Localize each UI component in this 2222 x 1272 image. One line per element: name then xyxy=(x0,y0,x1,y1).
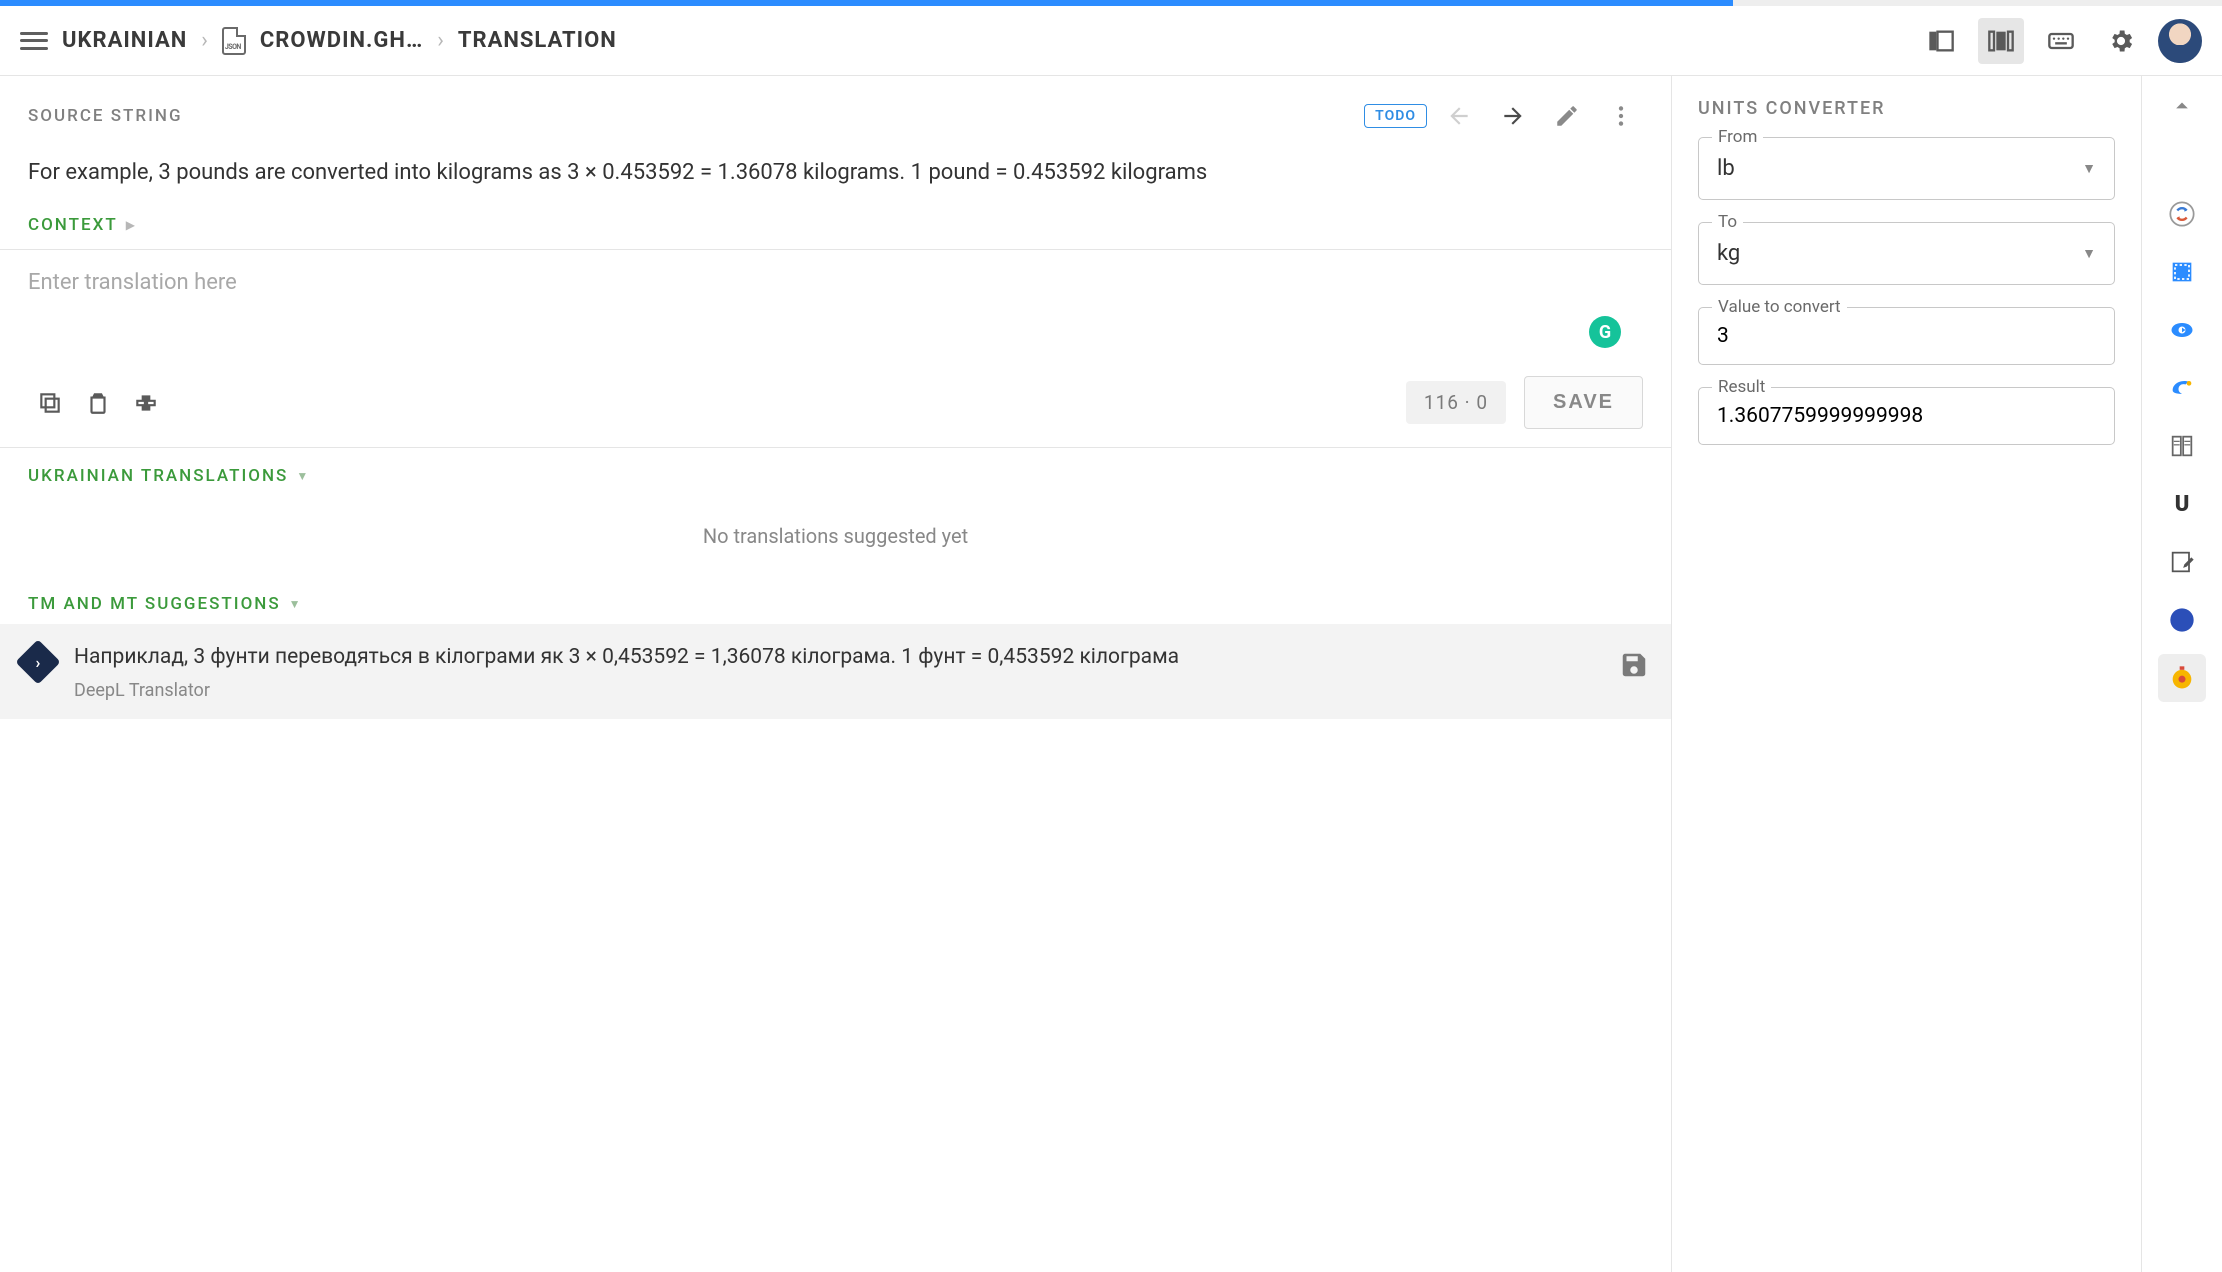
value-label: Value to convert xyxy=(1712,297,1847,317)
context-toggle[interactable]: CONTEXT ▶ xyxy=(28,215,1643,249)
suggestions-heading[interactable]: TM AND MT SUGGESTIONS ▼ xyxy=(28,594,1643,614)
progress-fill xyxy=(0,0,1733,6)
right-rail: U xyxy=(2142,76,2222,1272)
translations-heading-label: UKRAINIAN TRANSLATIONS xyxy=(28,466,288,486)
grammarly-icon[interactable]: G xyxy=(1589,316,1621,348)
right-panel: UNITS CONVERTER From lb ▼ To kg ▼ Value … xyxy=(1672,76,2142,1272)
converter-title: UNITS CONVERTER xyxy=(1698,98,2115,119)
breadcrumb-page: TRANSLATION xyxy=(458,28,617,53)
edit-button[interactable] xyxy=(1545,94,1589,138)
suggestion-row[interactable]: › Наприклад, 3 фунти переводяться в кіло… xyxy=(0,624,1671,719)
breadcrumb-file[interactable]: CROWDIN.GH… xyxy=(260,28,423,53)
user-avatar[interactable] xyxy=(2158,19,2202,63)
settings-button[interactable] xyxy=(2098,18,2144,64)
breadcrumb-language[interactable]: UKRAINIAN xyxy=(62,28,187,53)
translation-input[interactable] xyxy=(0,250,1671,360)
blue-dot-icon[interactable] xyxy=(2158,596,2206,644)
edit-note-icon[interactable] xyxy=(2158,538,2206,586)
deepl-icon: › xyxy=(15,639,60,684)
keyboard-button[interactable] xyxy=(2038,18,2084,64)
copy-source-button[interactable] xyxy=(28,381,72,425)
header: UKRAINIAN › CROWDIN.GH… › TRANSLATION xyxy=(0,6,2222,76)
todo-badge: TODO xyxy=(1364,104,1427,128)
from-value: lb xyxy=(1717,156,1735,181)
collapse-button[interactable] xyxy=(2158,82,2206,130)
to-label: To xyxy=(1712,212,1743,232)
to-value: kg xyxy=(1717,241,1740,266)
chevron-down-icon: ▼ xyxy=(2082,245,2096,262)
save-button[interactable]: SAVE xyxy=(1524,376,1643,429)
chevron-down-icon: ▼ xyxy=(296,469,310,483)
chevron-right-icon: ▶ xyxy=(126,218,137,232)
translations-empty: No translations suggested yet xyxy=(28,486,1643,594)
columns-icon[interactable] xyxy=(2158,422,2206,470)
context-label: CONTEXT xyxy=(28,215,118,235)
chevron-down-icon: ▼ xyxy=(289,597,303,611)
crowdin-icon[interactable] xyxy=(2158,364,2206,412)
chevron-down-icon: ▼ xyxy=(2082,160,2096,177)
clear-button[interactable] xyxy=(76,381,120,425)
suggestions-heading-label: TM AND MT SUGGESTIONS xyxy=(28,594,281,614)
u-icon[interactable]: U xyxy=(2158,480,2206,528)
refresh-icon[interactable] xyxy=(2158,190,2206,238)
source-string-label: SOURCE STRING xyxy=(28,106,183,126)
to-select[interactable]: kg ▼ xyxy=(1698,222,2115,285)
screenshot-icon[interactable] xyxy=(2158,248,2206,296)
layout-center-button[interactable] xyxy=(1978,18,2024,64)
prev-button[interactable] xyxy=(1437,94,1481,138)
result-label: Result xyxy=(1712,377,1771,397)
timer-icon[interactable] xyxy=(2158,654,2206,702)
chevron-right-icon: › xyxy=(437,28,444,53)
save-suggestion-icon[interactable] xyxy=(1619,650,1649,680)
next-button[interactable] xyxy=(1491,94,1535,138)
chevron-right-icon: › xyxy=(201,28,208,53)
more-button[interactable] xyxy=(1599,94,1643,138)
source-string-text: For example, 3 pounds are converted into… xyxy=(28,156,1643,189)
preview-icon[interactable] xyxy=(2158,306,2206,354)
char-count: 116 · 0 xyxy=(1406,381,1506,424)
layout-left-button[interactable] xyxy=(1918,18,1964,64)
suggestion-source: DeepL Translator xyxy=(74,680,1599,701)
json-file-icon xyxy=(222,27,246,55)
from-label: From xyxy=(1712,127,1763,147)
main-panel: SOURCE STRING TODO For example, 3 pounds… xyxy=(0,76,1672,1272)
progress-bar xyxy=(0,0,2222,6)
insert-cursor-button[interactable] xyxy=(124,381,168,425)
translations-heading[interactable]: UKRAINIAN TRANSLATIONS ▼ xyxy=(28,466,1643,486)
menu-button[interactable] xyxy=(20,30,48,52)
suggestion-text: Наприклад, 3 фунти переводяться в кілогр… xyxy=(74,642,1599,674)
